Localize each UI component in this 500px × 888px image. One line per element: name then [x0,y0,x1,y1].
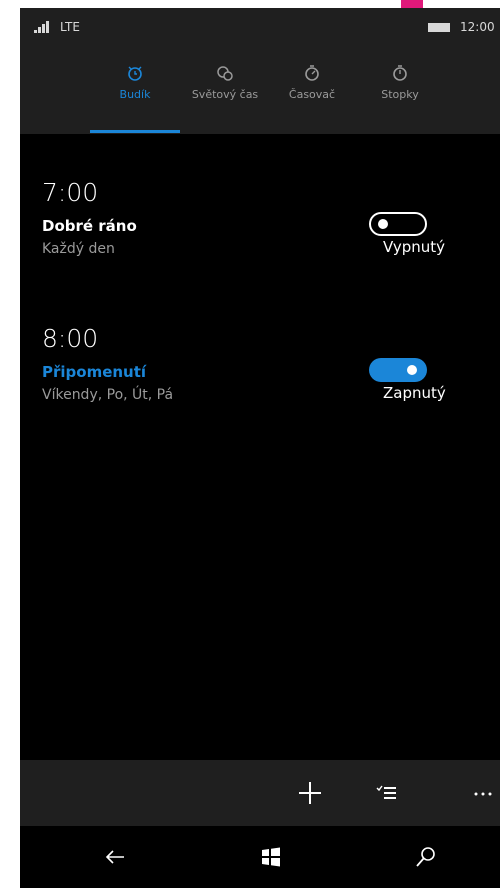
signal-icon [34,21,49,33]
add-icon[interactable] [295,778,325,808]
toggle-state-label: Zapnutý [383,383,446,402]
tab-label: Budík [119,88,151,101]
toggle-state-label: Vypnutý [383,237,446,256]
alarm-toggle-row: Vypnutý [369,212,500,256]
more-icon[interactable] [468,778,498,808]
tab-label: Světový čas [191,88,259,101]
status-bar: LTE 12:00 [20,8,500,44]
app-bar [20,760,500,826]
phone-screen: LTE 12:00 Budík Světový čas Časovač Stop… [20,8,500,888]
timer-icon [305,65,319,81]
alarm-item[interactable]: 8:00 Připomenutí Víkendy, Po, Út, Pá Zap… [42,324,500,403]
back-icon[interactable] [102,844,128,870]
search-icon[interactable] [413,844,439,870]
navigation-bar [20,826,500,888]
alarm-time: 8:00 [42,324,99,353]
select-icon[interactable] [372,778,402,808]
top-edge-mark [401,0,423,8]
alarm-item[interactable]: 7:00 Dobré ráno Každý den Vypnutý [42,178,500,257]
tab-label: Časovač [288,88,336,101]
tab-timer[interactable]: Časovač [282,64,342,101]
alarm-icon [128,66,142,81]
tab-world-clock[interactable]: Světový čas [180,64,270,101]
windows-icon[interactable] [258,844,284,870]
pivot-tabs: Budík Světový čas Časovač Stopky [20,44,500,134]
tab-stopwatch[interactable]: Stopky [372,64,428,101]
status-time: 12:00 [460,20,495,34]
alarm-toggle[interactable] [369,212,427,236]
alarm-toggle[interactable] [369,358,427,382]
tab-label: Stopky [381,88,419,101]
world-clock-icon [217,66,233,81]
active-tab-indicator [90,130,180,133]
tab-alarm[interactable]: Budík [105,64,165,101]
network-label: LTE [60,20,80,34]
stopwatch-icon [393,65,407,81]
alarm-toggle-row: Zapnutý [369,358,500,402]
alarm-time: 7:00 [42,178,99,207]
battery-icon [428,23,450,32]
